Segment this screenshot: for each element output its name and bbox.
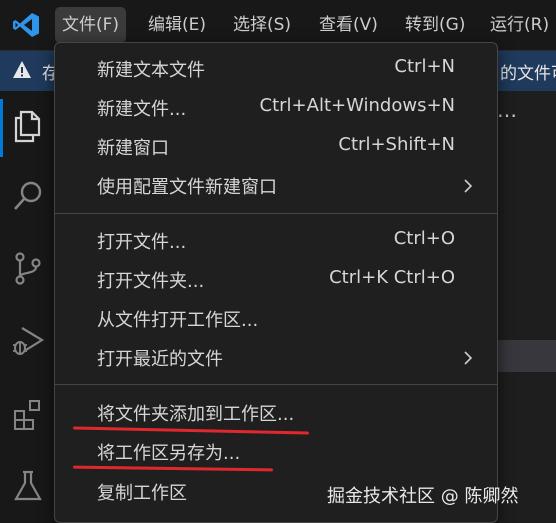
menu-item-label: 将工作区另存为... [97, 443, 241, 464]
menu-item-new-file[interactable]: 新建文件... Ctrl+Alt+Windows+N [55, 90, 497, 126]
menu-item-shortcut: Ctrl+K Ctrl+O [329, 267, 455, 288]
menu-go[interactable]: 转到(G) [398, 7, 472, 43]
menu-file[interactable]: 文件(F) [55, 7, 127, 43]
menu-item-label: 复制工作区 [97, 483, 187, 504]
activity-bar [0, 91, 55, 523]
menu-item-shortcut: Ctrl+Shift+N [338, 134, 455, 155]
menu-item-new-text-file[interactable]: 新建文本文件 Ctrl+N [55, 51, 497, 87]
menu-item-add-folder-to-workspace[interactable]: 将文件夹添加到工作区... [55, 395, 497, 431]
sidebar-fragment [498, 91, 556, 523]
selected-row-fragment [498, 340, 556, 372]
testing-icon[interactable] [10, 468, 46, 504]
menu-view[interactable]: 查看(V) [312, 7, 385, 43]
search-icon[interactable] [10, 178, 46, 214]
menu-item-shortcut: Ctrl+Alt+Windows+N [259, 95, 455, 116]
menu-item-label: 打开文件夹... [97, 271, 205, 292]
active-indicator [0, 99, 3, 157]
menu-item-open-folder[interactable]: 打开文件夹... Ctrl+K Ctrl+O [55, 262, 497, 298]
menu-separator [55, 384, 497, 385]
menu-item-save-workspace-as[interactable]: 将工作区另存为... [55, 434, 497, 470]
menu-item-shortcut: Ctrl+O [393, 228, 455, 249]
menu-item-new-window[interactable]: 新建窗口 Ctrl+Shift+N [55, 129, 497, 165]
run-debug-icon[interactable] [10, 322, 46, 358]
menu-item-label: 将文件夹添加到工作区... [97, 404, 295, 425]
menu-item-shortcut: Ctrl+N [394, 56, 455, 77]
watermark-text: 掘金技术社区 @ 陈卿然 [327, 486, 519, 507]
menu-selection[interactable]: 选择(S) [226, 7, 298, 43]
more-actions-icon[interactable]: … [497, 98, 518, 122]
menu-item-label: 打开最近的文件 [97, 349, 223, 370]
chevron-right-icon [464, 351, 473, 365]
menu-item-open-file[interactable]: 打开文件... Ctrl+O [55, 223, 497, 259]
chevron-right-icon [464, 179, 473, 193]
extensions-icon[interactable] [10, 396, 46, 432]
menu-item-open-recent[interactable]: 打开最近的文件 [55, 340, 497, 376]
source-control-icon[interactable] [10, 250, 46, 286]
menu-item-label: 使用配置文件新建窗口 [97, 177, 277, 198]
file-menu-dropdown: 新建文本文件 Ctrl+N 新建文件... Ctrl+Alt+Windows+N… [54, 42, 498, 523]
vscode-logo-icon [13, 13, 39, 37]
menu-item-label: 新建窗口 [97, 138, 169, 159]
explorer-icon[interactable] [10, 108, 46, 144]
menu-item-label: 打开文件... [97, 232, 187, 253]
warning-icon [13, 61, 31, 78]
menu-item-label: 新建文本文件 [97, 60, 205, 81]
menu-item-open-workspace-from-file[interactable]: 从文件打开工作区... [55, 301, 497, 337]
menu-run[interactable]: 运行(R) [483, 7, 556, 43]
menu-item-new-window-with-profile[interactable]: 使用配置文件新建窗口 [55, 168, 497, 204]
menu-edit[interactable]: 编辑(E) [141, 7, 213, 43]
menu-item-label: 新建文件... [97, 99, 187, 120]
menu-item-label: 从文件打开工作区... [97, 310, 259, 331]
notification-text-right: 的文件可 [500, 64, 556, 84]
menu-separator [55, 213, 497, 214]
